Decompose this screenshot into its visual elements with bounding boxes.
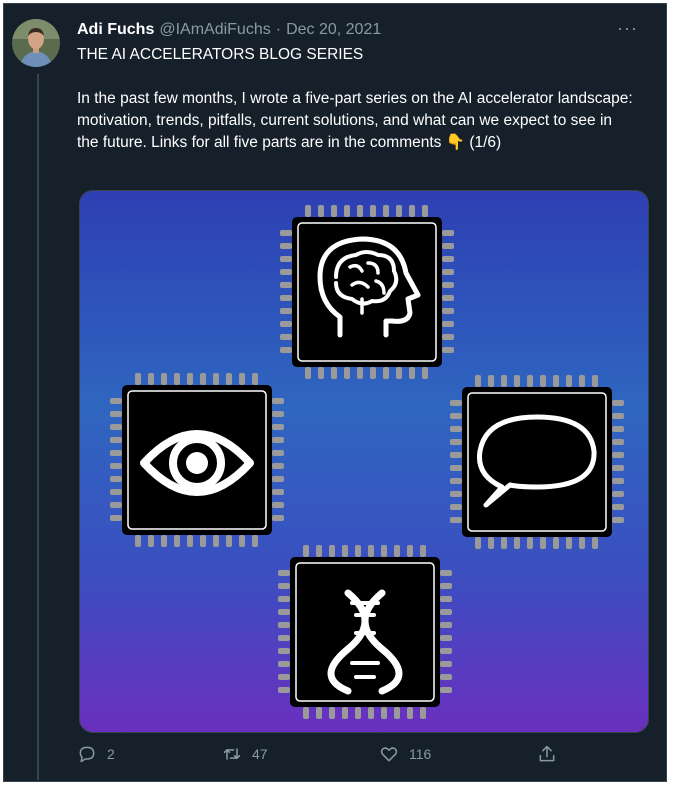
retweet-icon [223, 748, 241, 760]
author-handle[interactable]: @IAmAdiFuchs [159, 21, 270, 39]
reply-button[interactable]: 2 [77, 744, 115, 764]
share-icon [539, 745, 555, 762]
retweet-button[interactable]: 47 [222, 744, 268, 764]
more-options-icon[interactable]: ··· [617, 18, 638, 39]
reply-icon [79, 746, 95, 763]
avatar-photo [12, 19, 60, 67]
like-icon [380, 747, 398, 762]
chip-brain [280, 205, 454, 379]
header-separator: · [275, 21, 282, 38]
tweet-header: Adi Fuchs @IAmAdiFuchs · Dec 20, 2021 [77, 19, 646, 41]
reply-count: 2 [107, 746, 115, 762]
like-button[interactable]: 116 [379, 744, 431, 764]
tweet-image[interactable] [79, 190, 649, 733]
like-count: 116 [409, 746, 432, 762]
author-name[interactable]: Adi Fuchs [77, 21, 154, 39]
thread-line [37, 74, 39, 780]
tweet-text: THE AI ACCELERATORS BLOG SERIES In the p… [77, 44, 637, 154]
share-button[interactable] [537, 744, 567, 764]
tweet-actions: 2 47 116 [77, 744, 577, 774]
chip-speech [450, 375, 624, 549]
tweet-body: In the past few months, I wrote a five-p… [77, 90, 633, 151]
tweet-title: THE AI ACCELERATORS BLOG SERIES [77, 46, 364, 63]
tweet-card: Adi Fuchs @IAmAdiFuchs · Dec 20, 2021 ··… [3, 3, 667, 782]
avatar[interactable] [12, 19, 60, 67]
chip-eye [110, 373, 284, 547]
ai-chips-illustration [80, 191, 649, 733]
chip-dna [278, 545, 452, 719]
tweet-date[interactable]: Dec 20, 2021 [286, 21, 381, 39]
retweet-count: 47 [252, 746, 268, 762]
